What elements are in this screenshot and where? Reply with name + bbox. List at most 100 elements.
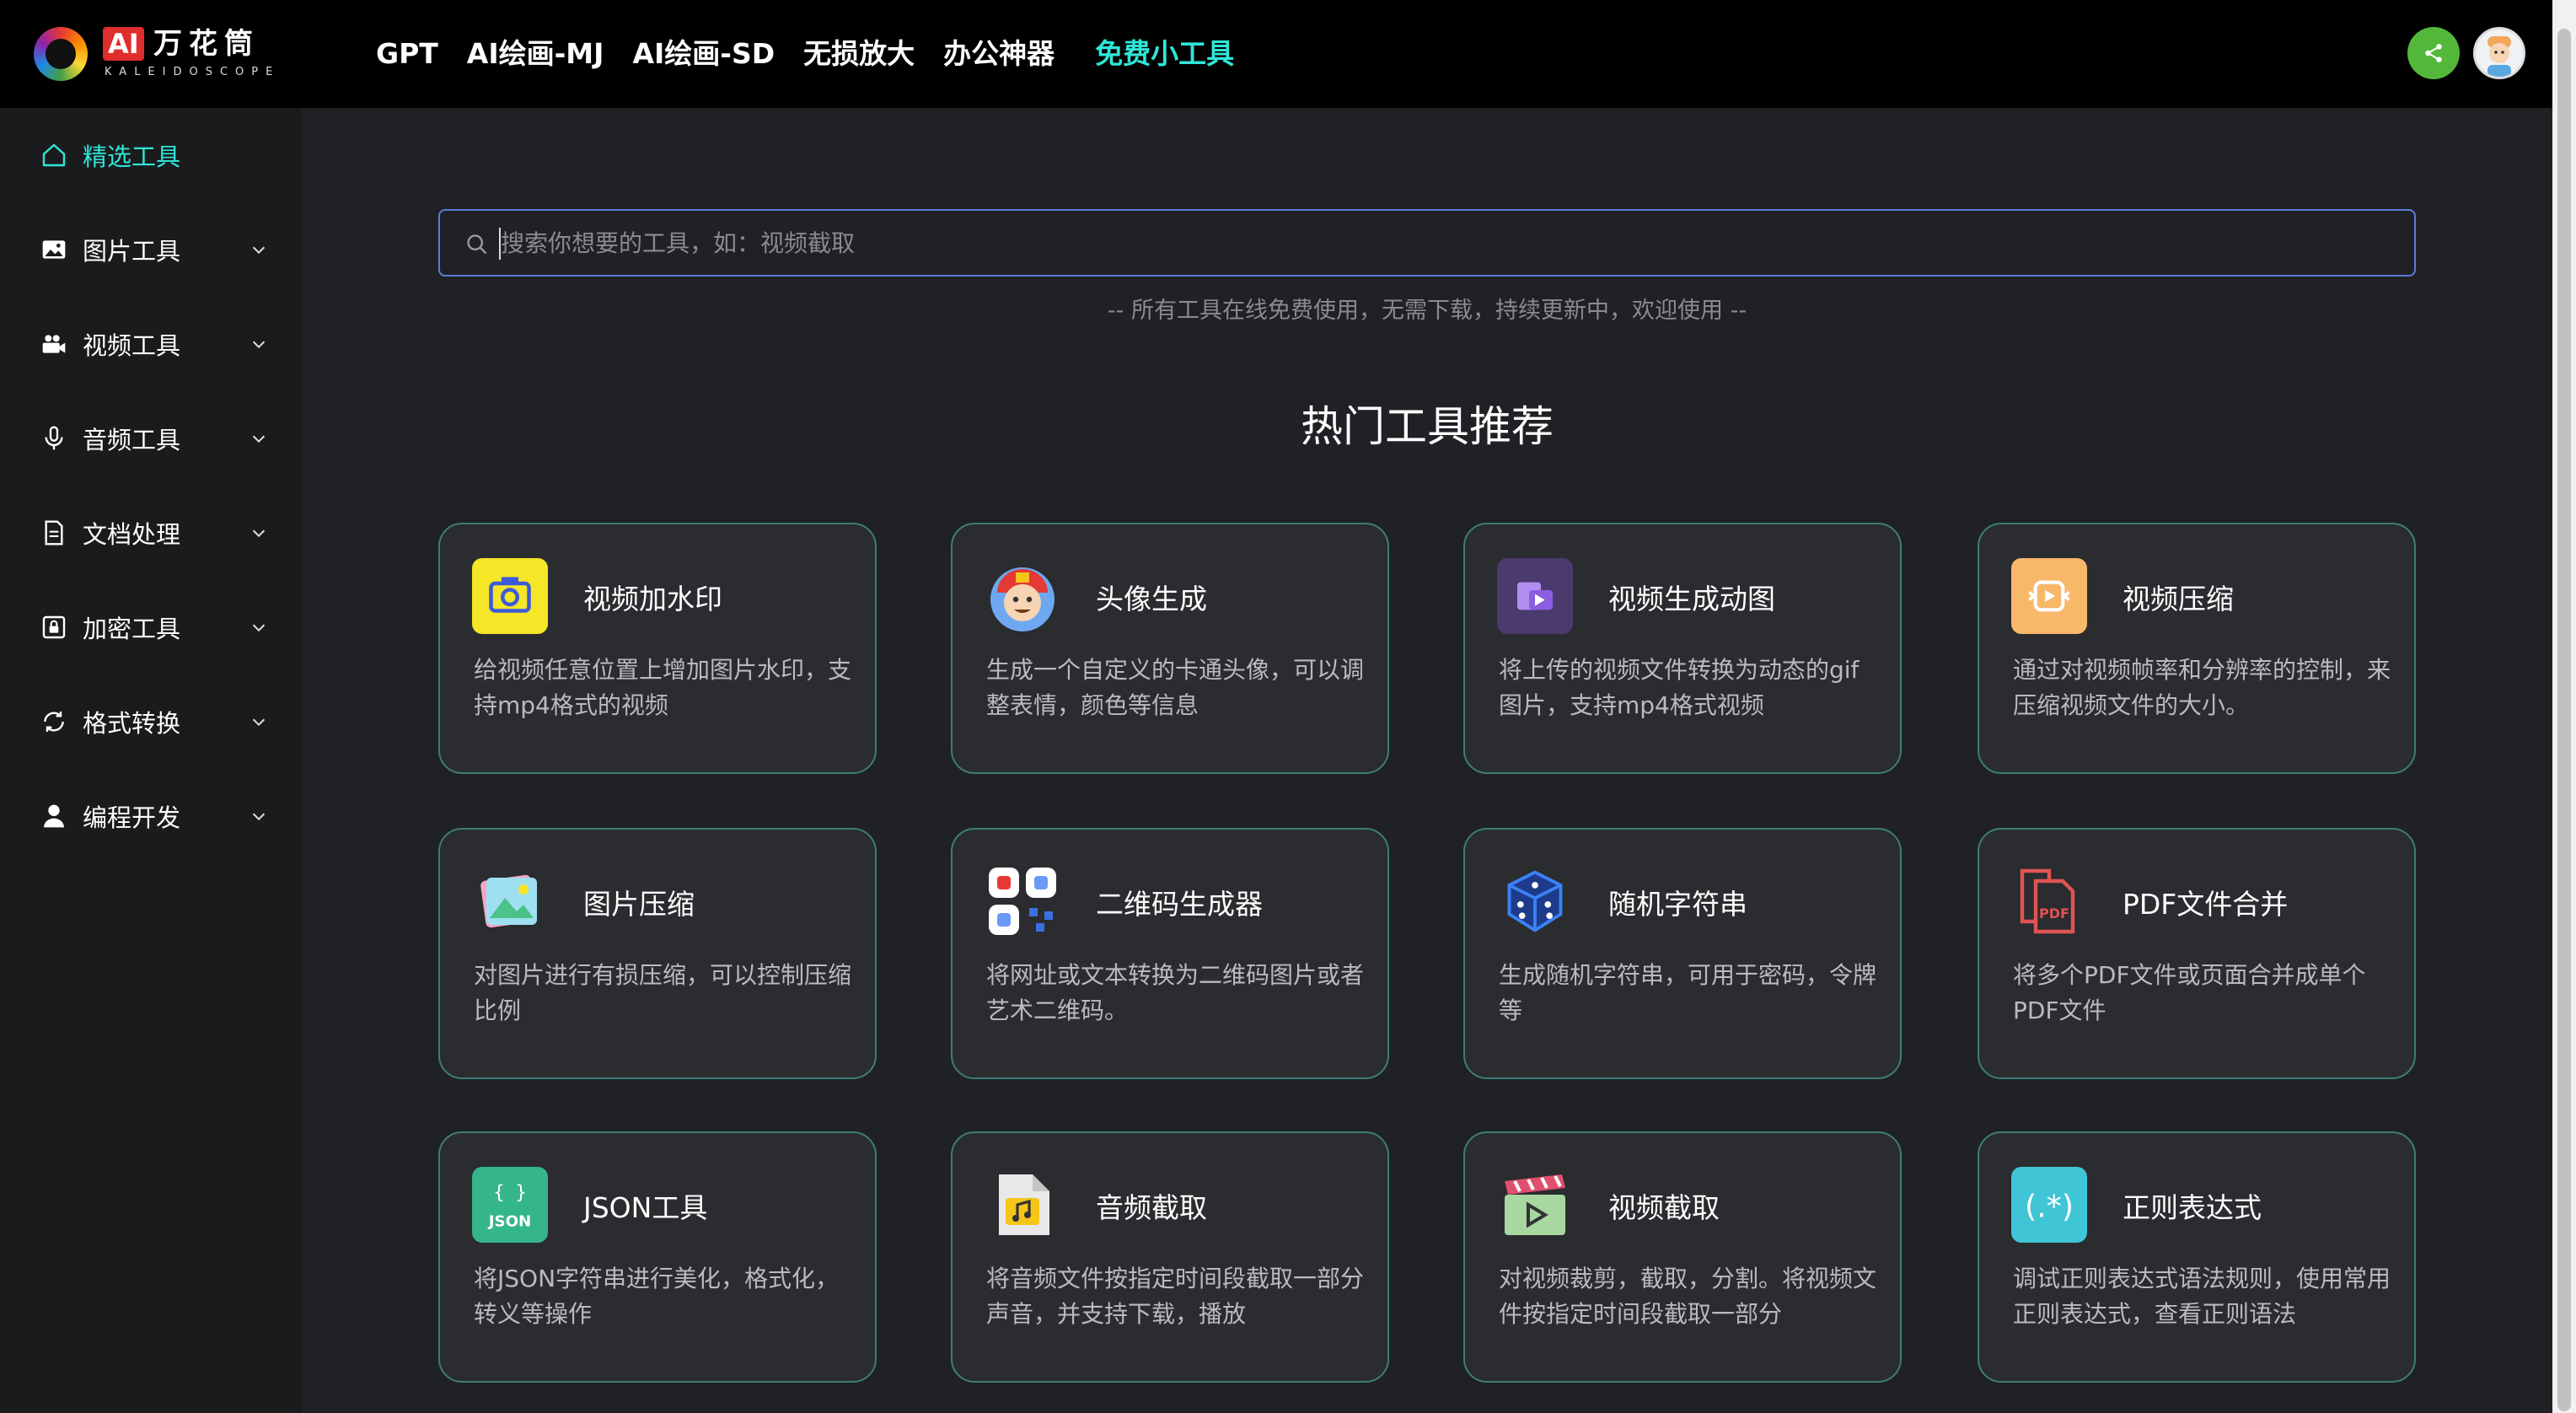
tool-title: 音频截取: [1096, 1191, 1207, 1224]
tool-card-avatar-generator[interactable]: 头像生成 生成一个自定义的卡通头像，可以调整表情，颜色等信息: [951, 523, 1389, 774]
avatar-icon: [2476, 30, 2523, 77]
share-button[interactable]: [2407, 27, 2460, 79]
video-to-gif-icon: [1497, 558, 1573, 634]
scrollbar-thumb[interactable]: [2557, 29, 2571, 1411]
logo-subtitle: KALEIDOSCOPE: [105, 66, 281, 78]
tool-description: 通过对视频帧率和分辨率的控制，来压缩视频文件的大小。: [2013, 656, 2391, 719]
tool-description: 将上传的视频文件转换为动态的gif图片，支持mp4格式视频: [1499, 656, 1860, 719]
sidebar-item-label: 文档处理: [83, 520, 181, 549]
nav-free-tools[interactable]: 免费小工具: [1095, 32, 1234, 76]
tool-card-regex[interactable]: (.*) 正则表达式 调试正则表达式语法规则，使用常用正则表达式，查看正则语法: [1978, 1131, 2416, 1383]
tool-title: 正则表达式: [2123, 1191, 2262, 1224]
tool-title: 随机字符串: [1608, 888, 1747, 921]
tool-card-video-compress[interactable]: 视频压缩 通过对视频帧率和分辨率的控制，来压缩视频文件的大小。: [1978, 523, 2416, 774]
search-input[interactable]: [501, 219, 2355, 266]
qr-code-icon: [985, 863, 1060, 939]
sidebar-item-programming[interactable]: 编程开发: [0, 782, 302, 850]
user-avatar[interactable]: [2473, 27, 2525, 79]
sidebar-item-label: 格式转换: [83, 709, 181, 738]
section-title: 热门工具推荐: [1301, 402, 1554, 451]
tool-card-image-compress[interactable]: 图片压缩 对图片进行有损压缩，可以控制压缩比例: [438, 828, 877, 1079]
home-icon: [39, 140, 69, 170]
tool-description: 调试正则表达式语法规则，使用常用正则表达式，查看正则语法: [2013, 1265, 2391, 1328]
svg-text:{ }: { }: [493, 1183, 526, 1204]
sidebar-item-label: 编程开发: [83, 803, 181, 832]
sidebar-item-label: 视频工具: [83, 331, 181, 360]
sidebar-item-label: 图片工具: [83, 237, 181, 266]
image-icon: [39, 234, 69, 265]
avatar-generator-icon: [985, 558, 1060, 634]
tool-card-qr-code[interactable]: 二维码生成器 将网址或文本转换为二维码图片或者艺术二维码。: [951, 828, 1389, 1079]
sidebar-item-document[interactable]: 文档处理: [0, 499, 302, 567]
kaleidoscope-logo-icon: [34, 27, 88, 81]
svg-text:JSON: JSON: [487, 1212, 532, 1230]
tool-card-random-string[interactable]: 随机字符串 生成随机字符串，可用于密码，令牌等: [1463, 828, 1902, 1079]
nav-ai-sd[interactable]: AI绘画-SD: [632, 32, 775, 76]
pdf-merge-icon: PDF: [2011, 863, 2087, 939]
chevron-down-icon: [252, 435, 266, 443]
sidebar-item-video-tools[interactable]: 视频工具: [0, 310, 302, 378]
tool-description: 将音频文件按指定时间段截取一部分声音，并支持下载，播放: [986, 1265, 1365, 1328]
search-icon: [467, 234, 487, 255]
sidebar-item-featured[interactable]: 精选工具: [0, 121, 302, 189]
image-compress-icon: [472, 863, 548, 939]
logo-ai-badge: AI: [103, 27, 144, 61]
tool-description: 给视频任意位置上增加图片水印，支持mp4格式的视频: [474, 656, 852, 719]
text-caret: [499, 228, 501, 260]
convert-icon: [39, 706, 69, 737]
nav-gpt[interactable]: GPT: [376, 32, 438, 76]
logo[interactable]: AI 万花筒 KALEIDOSCOPE: [34, 25, 278, 84]
tool-title: 图片压缩: [583, 888, 695, 921]
audio-clip-icon: [985, 1167, 1060, 1243]
tool-title: 视频截取: [1608, 1191, 1720, 1224]
tool-card-video-clip[interactable]: 视频截取 对视频裁剪，截取，分割。将视频文件按指定时间段截取一部分: [1463, 1131, 1902, 1383]
nav-office[interactable]: 办公神器: [943, 32, 1055, 76]
nav-upscale[interactable]: 无损放大: [803, 32, 915, 76]
dice-icon: [1497, 863, 1573, 939]
sidebar-item-label: 精选工具: [83, 142, 181, 171]
top-bar: AI 万花筒 KALEIDOSCOPE GPT AI绘画-MJ AI绘画-SD …: [0, 0, 2552, 108]
sidebar-item-format-convert[interactable]: 格式转换: [0, 688, 302, 755]
scrollbar[interactable]: [2552, 0, 2576, 1413]
sidebar-item-label: 音频工具: [83, 426, 181, 454]
video-watermark-icon: [472, 558, 548, 634]
tool-card-audio-clip[interactable]: 音频截取 将音频文件按指定时间段截取一部分声音，并支持下载，播放: [951, 1131, 1389, 1383]
tool-card-pdf-merge[interactable]: PDF PDF文件合并 将多个PDF文件或页面合并成单个PDF文件: [1978, 828, 2416, 1079]
tool-description: 将JSON字符串进行美化，格式化，转义等操作: [474, 1265, 840, 1328]
sidebar: 精选工具 图片工具 视频工具 音频工具 文档处理 加密工具 格式转换 编程开发: [0, 108, 302, 1413]
tool-title: 视频压缩: [2123, 583, 2234, 615]
svg-text:(.*): (.*): [2025, 1189, 2074, 1225]
document-icon: [39, 518, 69, 548]
tool-card-json[interactable]: { } JSON JSON工具 将JSON字符串进行美化，格式化，转义等操作: [438, 1131, 877, 1383]
tool-title: PDF文件合并: [2123, 888, 2289, 921]
nav-ai-mj[interactable]: AI绘画-MJ: [467, 32, 604, 76]
chevron-down-icon: [252, 246, 266, 255]
tool-title: 视频生成动图: [1608, 583, 1775, 615]
svg-text:PDF: PDF: [2039, 905, 2069, 921]
tool-description: 生成随机字符串，可用于密码，令牌等: [1499, 961, 1877, 1024]
microphone-icon: [39, 423, 69, 454]
chevron-down-icon: [252, 718, 266, 727]
sidebar-item-label: 加密工具: [83, 615, 181, 643]
video-clip-icon: [1497, 1167, 1573, 1243]
logo-name: 万花筒: [153, 27, 260, 61]
tool-description: 对视频裁剪，截取，分割。将视频文件按指定时间段截取一部分: [1499, 1265, 1877, 1328]
sidebar-item-encrypt[interactable]: 加密工具: [0, 594, 302, 661]
tool-title: JSON工具: [583, 1191, 708, 1224]
tool-title: 视频加水印: [583, 583, 722, 615]
chevron-down-icon: [252, 813, 266, 821]
regex-icon: (.*): [2011, 1167, 2087, 1243]
tool-card-video-to-gif[interactable]: 视频生成动图 将上传的视频文件转换为动态的gif图片，支持mp4格式视频: [1463, 523, 1902, 774]
tool-title: 头像生成: [1096, 583, 1207, 615]
chevron-down-icon: [252, 341, 266, 349]
share-icon: [2425, 44, 2442, 62]
tool-title: 二维码生成器: [1096, 888, 1263, 921]
search-box: [438, 209, 2416, 277]
tool-description: 对图片进行有损压缩，可以控制压缩比例: [474, 961, 852, 1024]
video-compress-icon: [2011, 558, 2087, 634]
sidebar-item-audio-tools[interactable]: 音频工具: [0, 405, 302, 472]
main-nav: GPT AI绘画-MJ AI绘画-SD 无损放大 办公神器 免费小工具: [376, 32, 1234, 76]
sidebar-item-image-tools[interactable]: 图片工具: [0, 216, 302, 283]
video-camera-icon: [39, 329, 69, 359]
tool-card-video-watermark[interactable]: 视频加水印 给视频任意位置上增加图片水印，支持mp4格式的视频: [438, 523, 877, 774]
